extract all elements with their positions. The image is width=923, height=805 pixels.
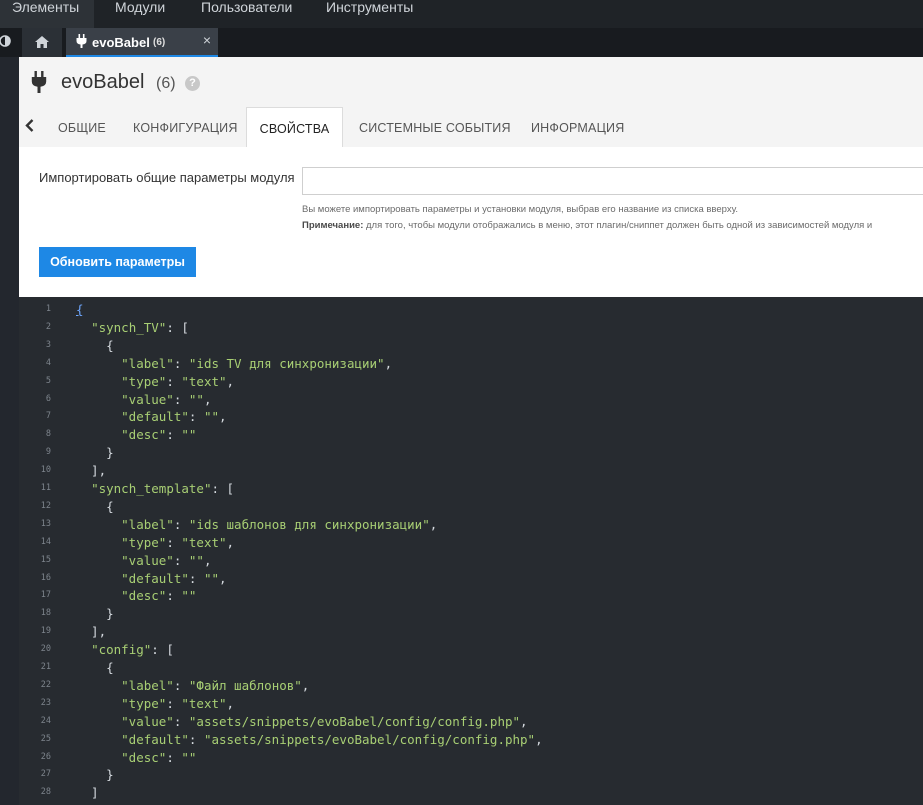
code-line: "desc": "" [121, 588, 197, 604]
line-number: 26 [40, 751, 51, 762]
code-line: "value": "assets/snippets/evoBabel/confi… [121, 713, 528, 729]
line-number: 20 [40, 644, 51, 655]
line-number: 12 [40, 500, 51, 511]
chevron-left-icon[interactable] [25, 119, 34, 137]
line-number: 13 [40, 518, 51, 529]
line-number: 14 [40, 536, 51, 547]
code-line: } [76, 606, 114, 622]
code-line: "type": "text", [121, 534, 235, 550]
menu-tools[interactable]: Инструменты [326, 0, 413, 28]
code-editor[interactable]: 1 2 3 4 5 6 7 8 9 10 11 12 13 14 15 16 17 18 19 20 21 22 23 24 2… [19, 297, 923, 805]
code-line: "type": "text", [121, 373, 235, 389]
import-hint: Вы можете импортировать параметры и уста… [302, 204, 739, 215]
code-line: "default": "", [121, 570, 227, 586]
code-line: "desc": "" [121, 427, 197, 443]
code-line: ], [76, 463, 107, 479]
line-number: 25 [40, 733, 51, 744]
code-line: { [76, 337, 114, 353]
code-line: { [76, 660, 114, 675]
module-tabs: ОБЩИЕ КОНФИГУРАЦИЯ СВОЙСТВА СИСТЕМНЫЕ СО… [19, 107, 923, 147]
line-number: 5 [45, 375, 51, 386]
line-number: 17 [40, 590, 51, 601]
code-line: { [76, 498, 114, 514]
properties-form: Импортировать общие параметры модуля Вы … [19, 147, 923, 297]
code-line: "desc": "" [121, 749, 197, 765]
tab-count: (6) [153, 37, 166, 48]
code-line: "default": "assets/snippets/evoBabel/con… [121, 731, 543, 747]
line-number: 19 [40, 626, 51, 637]
code-line: "config": [ [91, 642, 174, 658]
menu-modules[interactable]: Модули [115, 0, 165, 28]
import-params-select[interactable] [302, 167, 923, 195]
code-line: } [76, 767, 114, 783]
menu-users-label: Пользователи [201, 0, 293, 15]
line-number-gutter: 1 2 3 4 5 6 7 8 9 10 11 12 13 14 15 16 17 18 19 20 21 22 23 24 2… [19, 297, 71, 805]
line-number: 22 [40, 679, 51, 690]
line-number: 8 [45, 429, 51, 440]
menu-elements-label: Элементы [12, 0, 80, 15]
line-number: 7 [45, 411, 51, 422]
code-line: "synch_template": [ [91, 481, 235, 496]
plug-icon [31, 71, 47, 98]
sidebar-toggle-icon[interactable] [0, 34, 12, 48]
tab-title: evoBabel [92, 35, 150, 50]
page-title: evoBabel [61, 71, 145, 93]
line-number: 18 [40, 608, 51, 619]
menu-elements[interactable]: Элементы [0, 0, 94, 28]
home-tab[interactable] [22, 28, 62, 57]
plug-icon [76, 34, 87, 53]
module-panel: evoBabel (6) ? ОБЩИЕ КОНФИГУРАЦИЯ СВОЙСТ… [19, 57, 923, 297]
line-number: 16 [40, 572, 51, 583]
tab-configuration[interactable]: КОНФИГУРАЦИЯ [133, 107, 238, 147]
code-line: ], [76, 624, 107, 640]
line-number: 2 [45, 321, 51, 332]
code-content[interactable]: { "synch_TV": [ { "label": "ids TV для с… [76, 297, 923, 805]
code-line: "value": "", [121, 552, 212, 568]
line-number: 6 [45, 393, 51, 404]
menu-tools-label: Инструменты [326, 0, 414, 15]
tab-general[interactable]: ОБЩИЕ [58, 107, 106, 147]
line-number: 27 [40, 769, 51, 780]
top-menu: Элементы Модули Пользователи Инструменты [0, 0, 923, 28]
tab-evobabel[interactable]: evoBabel (6) × [66, 28, 218, 57]
import-note: Примечание: для того, чтобы модули отобр… [302, 220, 872, 231]
line-number: 21 [40, 662, 51, 672]
code-line: ] [76, 785, 99, 801]
line-number: 1 [45, 304, 51, 314]
menu-users[interactable]: Пользователи [201, 0, 292, 28]
code-line: "value": "", [121, 391, 212, 407]
line-number: 24 [40, 715, 51, 726]
note-label: Примечание: [302, 220, 364, 231]
line-number: 11 [40, 483, 51, 493]
code-line: "label": "ids TV для синхронизации", [121, 355, 393, 371]
document-tab-bar: evoBabel (6) × [0, 28, 923, 57]
line-number: 3 [45, 339, 51, 350]
line-number: 9 [45, 447, 51, 458]
tab-system-events[interactable]: СИСТЕМНЫЕ СОБЫТИЯ [359, 107, 511, 147]
line-number: 15 [40, 554, 51, 565]
page-header: evoBabel (6) ? [19, 57, 923, 107]
line-number: 23 [40, 697, 51, 708]
code-line: "synch_TV": [ [91, 319, 189, 335]
line-number: 28 [40, 787, 51, 798]
code-line: "type": "text", [121, 695, 235, 711]
menu-modules-label: Модули [115, 0, 166, 15]
import-params-label: Импортировать общие параметры модуля [39, 170, 295, 185]
line-number: 4 [45, 357, 51, 368]
line-number: 10 [40, 465, 51, 476]
code-line: { [76, 302, 84, 317]
page-count: (6) [156, 75, 176, 92]
code-line: "label": "ids шаблонов для синхронизации… [121, 516, 438, 532]
code-line: "default": "", [121, 409, 227, 425]
tab-information[interactable]: ИНФОРМАЦИЯ [531, 107, 624, 147]
note-text: для того, чтобы модули отображались в ме… [363, 220, 873, 231]
update-params-button[interactable]: Обновить параметры [39, 247, 196, 277]
tab-properties[interactable]: СВОЙСТВА [246, 107, 343, 147]
close-icon[interactable]: × [203, 32, 211, 48]
code-line: "label": "Файл шаблонов", [121, 677, 310, 693]
help-icon[interactable]: ? [185, 76, 200, 91]
home-icon [35, 36, 49, 48]
code-line: } [76, 445, 114, 461]
